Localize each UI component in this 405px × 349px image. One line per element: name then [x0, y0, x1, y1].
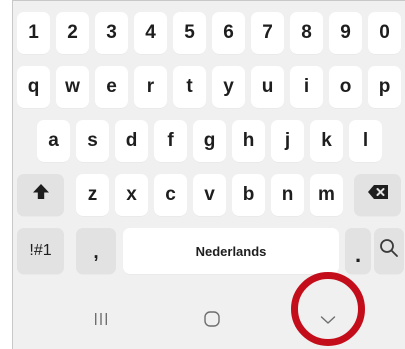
- bottom-key-row: !#1 , Nederlands .: [13, 228, 405, 274]
- key-p[interactable]: p: [368, 66, 401, 108]
- key-g[interactable]: g: [193, 120, 226, 162]
- space-bar[interactable]: Nederlands: [123, 228, 339, 274]
- key-i[interactable]: i: [290, 66, 323, 108]
- key-j[interactable]: j: [271, 120, 304, 162]
- shift-arrow-icon: [32, 183, 50, 207]
- key-4[interactable]: 4: [134, 12, 167, 54]
- key-0[interactable]: 0: [368, 12, 401, 54]
- chevron-down-icon: [320, 312, 336, 330]
- key-2[interactable]: 2: [56, 12, 89, 54]
- key-b[interactable]: b: [232, 174, 265, 216]
- backspace-key[interactable]: [354, 174, 401, 216]
- hide-keyboard-button[interactable]: [298, 299, 358, 343]
- key-s[interactable]: s: [76, 120, 109, 162]
- key-9[interactable]: 9: [329, 12, 362, 54]
- comma-key[interactable]: ,: [76, 228, 116, 274]
- letter-row-3: z x c v b n m: [13, 174, 405, 216]
- key-1[interactable]: 1: [17, 12, 50, 54]
- key-n[interactable]: n: [271, 174, 304, 216]
- letter-row-2: a s d f g h j k l: [13, 120, 405, 162]
- key-7[interactable]: 7: [251, 12, 284, 54]
- recents-icon: [93, 312, 109, 331]
- key-t[interactable]: t: [173, 66, 206, 108]
- key-5[interactable]: 5: [173, 12, 206, 54]
- key-h[interactable]: h: [232, 120, 265, 162]
- home-button[interactable]: [182, 299, 242, 343]
- recents-button[interactable]: [71, 299, 131, 343]
- key-l[interactable]: l: [349, 120, 382, 162]
- key-6[interactable]: 6: [212, 12, 245, 54]
- key-m[interactable]: m: [310, 174, 343, 216]
- key-x[interactable]: x: [115, 174, 148, 216]
- key-8[interactable]: 8: [290, 12, 323, 54]
- key-e[interactable]: e: [95, 66, 128, 108]
- key-o[interactable]: o: [329, 66, 362, 108]
- key-k[interactable]: k: [310, 120, 343, 162]
- keyboard: 1 2 3 4 5 6 7 8 9 0 q w e r t y u i o p …: [12, 0, 405, 349]
- key-3[interactable]: 3: [95, 12, 128, 54]
- shift-key[interactable]: [17, 174, 64, 216]
- key-d[interactable]: d: [115, 120, 148, 162]
- backspace-icon: [367, 184, 389, 206]
- key-c[interactable]: c: [154, 174, 187, 216]
- key-z[interactable]: z: [76, 174, 109, 216]
- key-q[interactable]: q: [17, 66, 50, 108]
- key-v[interactable]: v: [193, 174, 226, 216]
- period-key[interactable]: .: [345, 228, 371, 274]
- navigation-bar: [13, 291, 405, 349]
- key-w[interactable]: w: [56, 66, 89, 108]
- key-u[interactable]: u: [251, 66, 284, 108]
- number-row: 1 2 3 4 5 6 7 8 9 0: [13, 12, 405, 54]
- letter-row-1: q w e r t y u i o p: [13, 66, 405, 108]
- home-icon: [203, 310, 221, 333]
- symbols-key[interactable]: !#1: [17, 228, 64, 274]
- key-a[interactable]: a: [37, 120, 70, 162]
- key-y[interactable]: y: [212, 66, 245, 108]
- key-f[interactable]: f: [154, 120, 187, 162]
- key-r[interactable]: r: [134, 66, 167, 108]
- search-key[interactable]: [374, 228, 404, 274]
- search-icon: [379, 238, 399, 264]
